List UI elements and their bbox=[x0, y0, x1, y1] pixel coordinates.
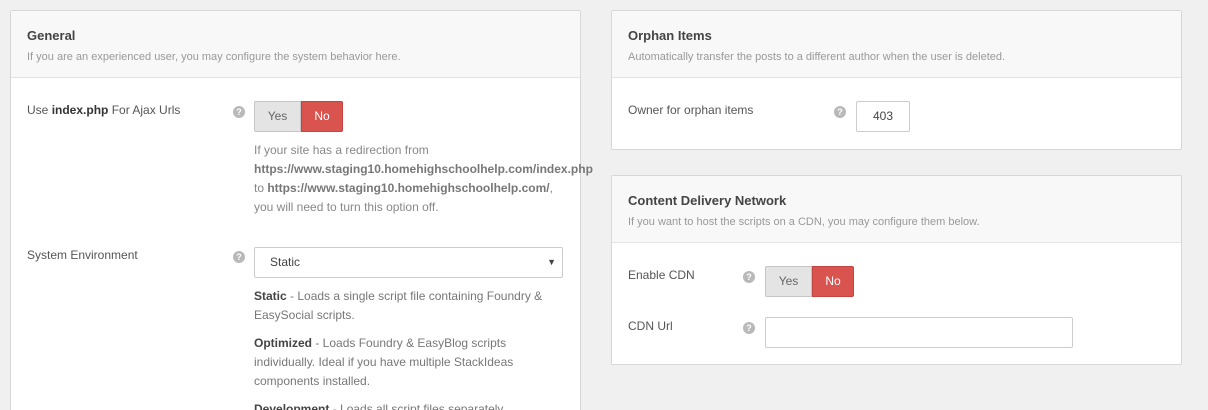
orphan-items-panel: Orphan Items Automatically transfer the … bbox=[611, 10, 1182, 150]
cdn-header: Content Delivery Network If you want to … bbox=[612, 176, 1181, 243]
environment-descriptions: Static - Loads a single script file cont… bbox=[254, 289, 543, 410]
general-panel: General If you are an experienced user, … bbox=[10, 10, 593, 410]
enable-cdn-no-button[interactable]: No bbox=[812, 266, 854, 297]
orphan-items-title: Orphan Items bbox=[628, 28, 712, 43]
enable-cdn-yes-button[interactable]: Yes bbox=[765, 266, 812, 297]
system-environment-select[interactable]: Static ▼ bbox=[254, 247, 563, 278]
cdn-description: If you want to host the scripts on a CDN… bbox=[628, 216, 980, 228]
help-icon[interactable]: ? bbox=[233, 251, 245, 263]
chevron-down-icon: ▼ bbox=[547, 257, 556, 267]
general-panel-description: If you are an experienced user, you may … bbox=[27, 51, 401, 63]
ajax-urls-no-button[interactable]: No bbox=[301, 101, 343, 132]
ajax-urls-yes-button[interactable]: Yes bbox=[254, 101, 301, 132]
help-icon[interactable]: ? bbox=[834, 106, 846, 118]
orphan-owner-label: Owner for orphan items bbox=[628, 103, 754, 117]
ajax-urls-label: Use index.php For Ajax Urls bbox=[27, 103, 181, 117]
enable-cdn-toggle[interactable]: Yes No bbox=[765, 266, 854, 297]
ajax-urls-note: If your site has a redirection from http… bbox=[254, 143, 593, 214]
help-icon[interactable]: ? bbox=[743, 322, 755, 334]
general-panel-title: General bbox=[27, 28, 76, 43]
general-panel-header: General If you are an experienced user, … bbox=[11, 11, 580, 78]
help-icon[interactable]: ? bbox=[233, 106, 245, 118]
orphan-items-description: Automatically transfer the posts to a di… bbox=[628, 51, 1006, 63]
system-environment-label: System Environment bbox=[27, 248, 138, 262]
cdn-panel: Content Delivery Network If you want to … bbox=[611, 175, 1182, 365]
cdn-url-label: CDN Url bbox=[628, 319, 673, 333]
orphan-owner-input[interactable]: 403 bbox=[856, 101, 910, 132]
enable-cdn-label: Enable CDN bbox=[628, 268, 695, 282]
orphan-items-header: Orphan Items Automatically transfer the … bbox=[612, 11, 1181, 78]
cdn-title: Content Delivery Network bbox=[628, 193, 787, 208]
cdn-url-input[interactable] bbox=[765, 317, 1073, 348]
help-icon[interactable]: ? bbox=[743, 271, 755, 283]
ajax-urls-toggle[interactable]: Yes No bbox=[254, 101, 343, 132]
